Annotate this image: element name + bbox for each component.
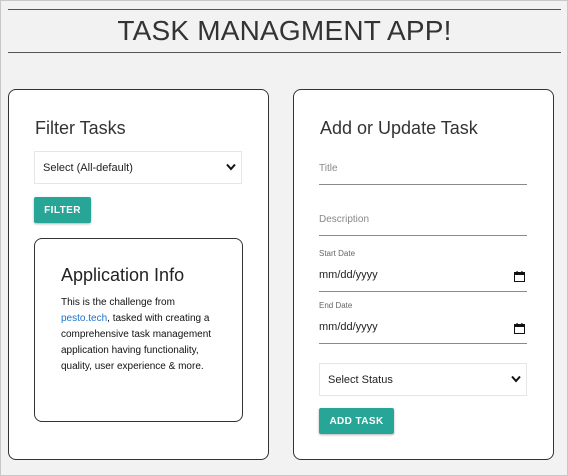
add-update-task-title: Add or Update Task (320, 118, 478, 138)
add-task-button[interactable]: ADD TASK (319, 408, 394, 434)
chevron-down-icon (226, 163, 236, 172)
app-header: TASK MANAGMENT APP! (8, 9, 561, 53)
description-placeholder: Description (319, 214, 370, 225)
start-date-underline (319, 291, 527, 292)
calendar-icon[interactable] (514, 269, 525, 282)
title-placeholder: Title (319, 163, 338, 174)
filter-select[interactable]: Select (All-default) (34, 151, 242, 184)
application-info-title: Application Info (61, 265, 185, 285)
status-select[interactable]: Select Status (319, 363, 527, 396)
chevron-down-icon (511, 375, 521, 384)
start-date-label: Start Date (319, 249, 356, 258)
end-date-value: mm/dd/yyyy (319, 321, 378, 333)
start-date-value: mm/dd/yyyy (319, 269, 378, 281)
app-title: TASK MANAGMENT APP! (117, 15, 452, 46)
description-underline (319, 235, 527, 236)
title-underline (319, 184, 527, 185)
filter-button[interactable]: FILTER (34, 197, 91, 223)
calendar-icon[interactable] (514, 321, 525, 334)
filter-select-value: Select (All-default) (43, 161, 133, 174)
info-text-intro: This is the challenge from (61, 297, 175, 308)
end-date-label: End Date (319, 301, 353, 310)
end-date-underline (319, 343, 527, 344)
add-update-task-card: Add or Update Task Title Description Sta… (293, 89, 554, 460)
pesto-tech-link[interactable]: pesto.tech (61, 313, 107, 324)
application-info-text: This is the challenge from pesto.tech, t… (61, 295, 226, 375)
filter-tasks-title: Filter Tasks (35, 118, 126, 138)
status-select-value: Select Status (328, 373, 393, 386)
filter-tasks-card: Filter Tasks Select (All-default) FILTER… (8, 89, 269, 460)
application-info-card: Application Info This is the challenge f… (34, 238, 243, 422)
